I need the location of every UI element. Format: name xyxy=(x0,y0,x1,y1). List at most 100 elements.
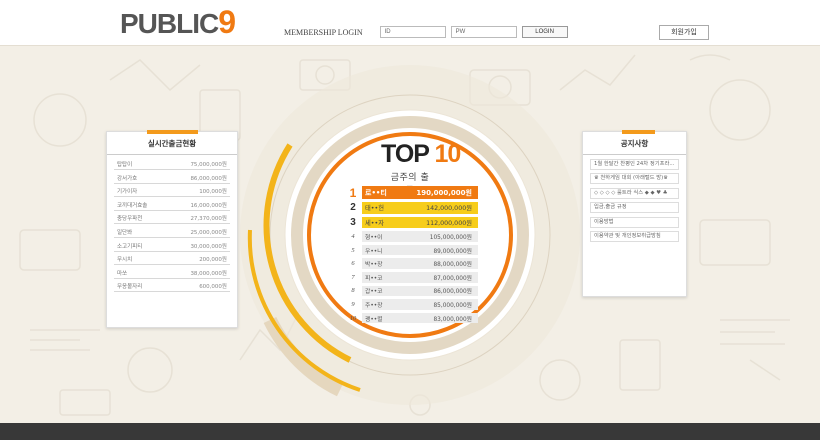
item-name: 충당우파천 xyxy=(117,216,143,223)
rank-number: 8 xyxy=(351,287,355,295)
list-item: 강서가호 86,000,000원 xyxy=(114,173,230,184)
rank-name: 주••장 xyxy=(365,303,383,309)
top10-title: TOP 10 xyxy=(381,140,461,168)
login-form: MEMBERSHIP LOGIN ID PW LOGIN xyxy=(284,26,568,38)
rank-amount: 86,000,000원 xyxy=(433,289,472,296)
list-item: 탑탑이 75,000,000원 xyxy=(114,159,230,170)
rank-name: 로••티 xyxy=(365,188,387,197)
item-amount: 27,370,000원 xyxy=(190,216,227,223)
list-item: 마쏘 38,000,000원 xyxy=(114,268,230,279)
rank-name: 세••자 xyxy=(365,219,385,227)
rank-body: 괭••렬 83,000,000원 xyxy=(362,312,478,324)
header-bar: PUBLIC9 MEMBERSHIP LOGIN ID PW LOGIN 회원가… xyxy=(0,0,820,46)
item-name: 무응볼자리 xyxy=(117,284,143,291)
notice-item[interactable]: ♛ 천하게임 대회 (아래털드 방)♛ xyxy=(590,173,679,185)
item-amount: 600,000원 xyxy=(199,284,227,291)
rank-body: 세••자 112,000,000원 xyxy=(362,216,478,229)
rank-name: 형••이 xyxy=(365,235,383,242)
rank-name: 우••니 xyxy=(365,248,383,255)
item-amount: 25,000,000원 xyxy=(190,229,227,236)
rank-name: 괭••렬 xyxy=(365,316,383,323)
item-amount: 200,000원 xyxy=(199,257,227,264)
rank-row: 5 우••니 89,000,000원 xyxy=(344,244,478,256)
notice-panel: 공지사항 1월 한달간 찬평인 24차 정기프라... ♛ 천하게임 대회 (아… xyxy=(582,130,687,297)
rank-number: 7 xyxy=(351,273,355,281)
rank-body: 피••코 87,000,000원 xyxy=(362,272,478,283)
list-item: 무응볼자리 600,000원 xyxy=(114,281,230,293)
item-name: 소고기피티 xyxy=(117,243,143,250)
realtime-withdrawal-panel: 실시간출금현황 탑탑이 75,000,000원 강서가호 86,000,000원 기… xyxy=(106,130,238,328)
list-item: 기가이자 100,000원 xyxy=(114,186,230,198)
footer-bar xyxy=(0,423,820,440)
rank-row: 1 로••티 190,000,000원 xyxy=(344,185,478,200)
rank-body: 태••헌 142,000,000원 xyxy=(362,202,478,214)
rank-body: 형••이 105,000,000원 xyxy=(362,231,478,242)
panel-title: 실시간출금현황 xyxy=(107,132,237,155)
login-button[interactable]: LOGIN xyxy=(521,26,568,38)
top10-ranking-list: 1 로••티 190,000,000원 2 태••헌 142,000,000원 3 세••… xyxy=(344,186,478,326)
rank-amount: 89,000,000원 xyxy=(433,248,472,255)
notice-list: 1월 한달간 찬평인 24차 정기프라... ♛ 천하게임 대회 (아래털드 방… xyxy=(583,155,686,242)
panel-title: 공지사항 xyxy=(583,132,686,155)
logo-accent: 9 xyxy=(218,4,236,40)
panel-accent-line xyxy=(147,130,198,134)
item-amount: 38,000,000원 xyxy=(190,270,227,277)
item-amount: 30,000,000원 xyxy=(190,243,227,250)
withdrawal-list: 탑탑이 75,000,000원 강서가호 86,000,000원 기가이자 100,0… xyxy=(107,155,237,293)
top10-title-number: 10 xyxy=(434,140,461,168)
notice-item[interactable]: 이용방법 xyxy=(590,216,679,228)
list-item: 무시치 200,000원 xyxy=(114,254,230,266)
item-amount: 86,000,000원 xyxy=(190,175,227,182)
rank-number: 10 xyxy=(349,314,357,322)
rank-name: 태••헌 xyxy=(365,205,385,213)
list-item: 소고기피티 30,000,000원 xyxy=(114,241,230,252)
join-button[interactable]: 회원가입 xyxy=(659,25,709,40)
rank-number: 6 xyxy=(351,260,355,268)
list-item: 코끼대거효솔 16,000,000원 xyxy=(114,200,230,211)
logo-text: PUBLIC xyxy=(120,8,219,39)
rank-body: 로••티 190,000,000원 xyxy=(362,186,478,199)
notice-item[interactable]: 입금,출금 규정 xyxy=(590,202,679,214)
item-amount: 100,000원 xyxy=(199,189,227,196)
item-name: 코끼대거효솔 xyxy=(117,202,148,209)
rank-amount: 142,000,000원 xyxy=(426,205,472,213)
rank-amount: 112,000,000원 xyxy=(426,219,472,227)
item-name: 강서가호 xyxy=(117,175,138,182)
site-logo[interactable]: PUBLIC9 xyxy=(120,4,236,40)
rank-amount: 83,000,000원 xyxy=(433,316,472,323)
rank-name: 박••장 xyxy=(365,262,383,269)
notice-item[interactable]: 이용약관 및 개인정보취급방침 xyxy=(590,230,679,242)
rank-row: 3 세••자 112,000,000원 xyxy=(344,216,478,229)
pw-input[interactable]: PW xyxy=(450,26,517,38)
rank-number: 1 xyxy=(349,185,357,200)
rank-row: 4 형••이 105,000,000원 xyxy=(344,231,478,242)
rank-amount: 105,000,000원 xyxy=(429,235,472,242)
notice-item[interactable]: 1월 한달간 찬평인 24차 정기프라... xyxy=(590,159,679,170)
rank-amount: 88,000,000원 xyxy=(433,262,472,269)
rank-number: 4 xyxy=(351,233,355,241)
rank-body: 박••장 88,000,000원 xyxy=(362,258,478,269)
list-item: 일단봐 25,000,000원 xyxy=(114,227,230,238)
item-name: 마쏘 xyxy=(117,270,128,277)
panel-accent-line xyxy=(622,130,655,134)
rank-amount: 190,000,000원 xyxy=(416,188,472,197)
rank-row: 7 피••코 87,000,000원 xyxy=(344,272,478,283)
id-input[interactable]: ID xyxy=(379,26,446,38)
rank-row: 2 태••헌 142,000,000원 xyxy=(344,202,478,214)
item-name: 무시치 xyxy=(117,257,133,264)
rank-number: 3 xyxy=(350,216,356,228)
rank-number: 9 xyxy=(351,301,355,308)
rank-amount: 87,000,000원 xyxy=(433,275,472,282)
rank-body: 주••장 85,000,000원 xyxy=(362,299,478,310)
notice-item[interactable]: ◇ ◇ ◇ ◇ 룰트라 식스 ◆ ◆ ♥ ♣ xyxy=(590,187,679,199)
membership-login-label: MEMBERSHIP LOGIN xyxy=(284,27,363,37)
item-name: 탑탑이 xyxy=(117,162,133,168)
rank-name: 갑••코 xyxy=(365,289,383,296)
rank-row: 9 주••장 85,000,000원 xyxy=(344,299,478,310)
item-amount: 16,000,000원 xyxy=(190,202,227,209)
list-item: 충당우파천 27,370,000원 xyxy=(114,213,230,225)
rank-row: 10 괭••렬 83,000,000원 xyxy=(344,312,478,324)
rank-number: 5 xyxy=(351,246,355,254)
rank-row: 6 박••장 88,000,000원 xyxy=(344,258,478,269)
rank-row: 8 갑••코 86,000,000원 xyxy=(344,285,478,297)
